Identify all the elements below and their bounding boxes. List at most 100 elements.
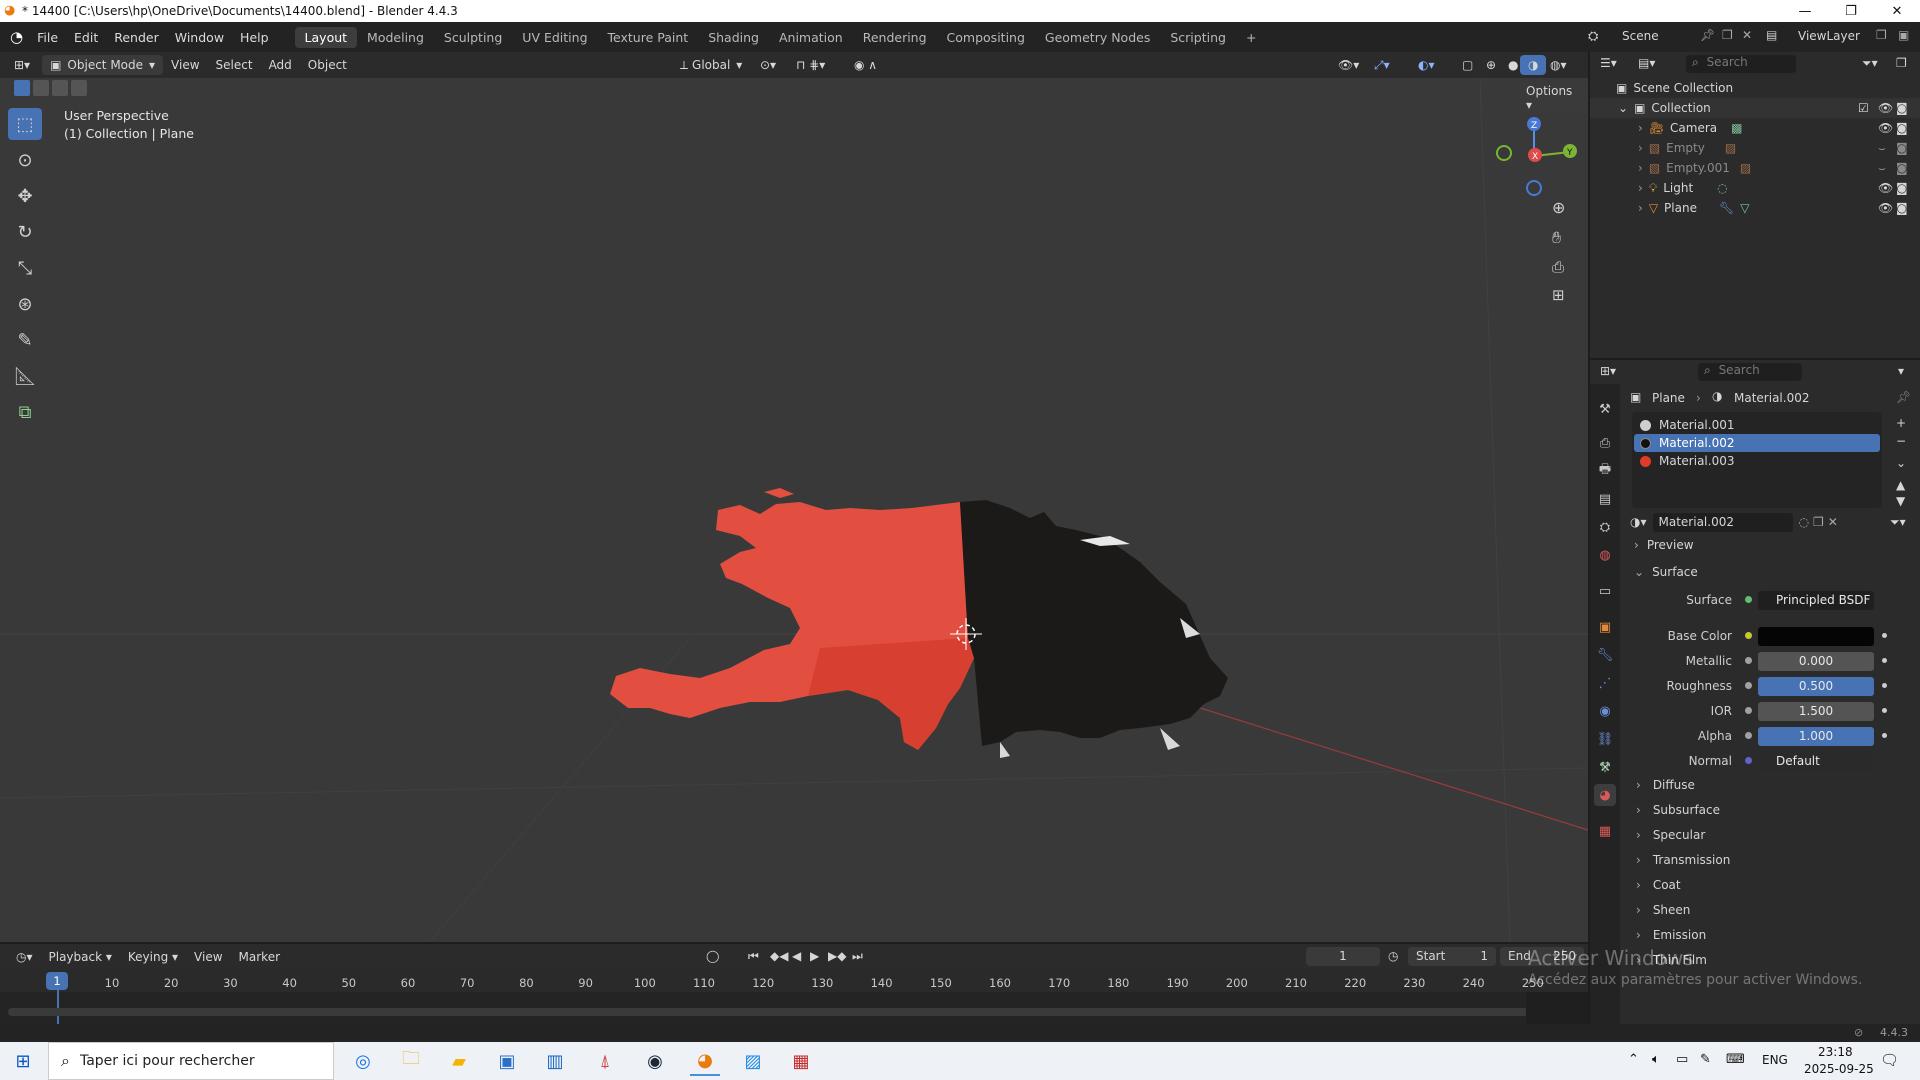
modifier-wrench-icon[interactable]: 🔧︎ <box>1719 201 1734 215</box>
alpha-field[interactable]: 1.000 <box>1758 726 1874 746</box>
tab-collection-icon[interactable]: ▭ <box>1594 580 1616 602</box>
move-up-icon[interactable]: ▲ <box>1896 478 1905 492</box>
outliner-item-camera[interactable]: › 🎥︎ Camera ▩ 👁︎ ◙ <box>1590 118 1920 138</box>
playhead-frame-indicator[interactable]: 1 <box>46 972 68 990</box>
menu-select[interactable]: Select <box>208 55 261 75</box>
jump-start-icon[interactable]: ⏮ <box>748 949 759 964</box>
hidden-eye-icon[interactable]: ⌣ <box>1878 141 1886 156</box>
remove-view-layer-icon[interactable]: ▣ <box>1898 28 1909 42</box>
menu-window[interactable]: Window <box>167 30 232 45</box>
add-slot-icon[interactable]: + <box>1896 416 1906 430</box>
tray-overflow-icon[interactable]: ⌃ <box>1628 1052 1639 1067</box>
render-camera-icon[interactable]: ◙ <box>1896 161 1908 175</box>
steam-icon[interactable]: ◉ <box>640 1046 670 1076</box>
clock-time[interactable]: 23:18 <box>1818 1045 1853 1059</box>
menu-timeline-view[interactable]: View <box>186 947 230 967</box>
camera-view-icon[interactable]: ⎙ <box>1552 258 1564 276</box>
annotate-tool-icon[interactable]: ✎ <box>8 324 42 356</box>
tab-scene-icon[interactable]: ⛭ <box>1594 516 1616 538</box>
keyframe-dot-icon[interactable] <box>1882 633 1887 638</box>
select-intersect-icon[interactable] <box>71 80 87 96</box>
surface-panel-header[interactable]: ⌄ Surface <box>1634 565 1698 579</box>
tab-texture-paint[interactable]: Texture Paint <box>598 27 699 48</box>
outliner-item-light[interactable]: › 💡︎ Light ◌ 👁︎ ◙ <box>1590 178 1920 198</box>
menu-playback[interactable]: Playback ▾ <box>41 947 120 967</box>
rotate-tool-icon[interactable]: ↻ <box>8 216 42 248</box>
measure-tool-icon[interactable]: 📐︎ <box>8 360 42 392</box>
tab-particles-icon[interactable]: ⋰ <box>1594 672 1616 694</box>
tab-animation[interactable]: Animation <box>769 27 853 48</box>
photos-app-icon[interactable]: ▨ <box>738 1046 768 1076</box>
scale-tool-icon[interactable]: ⤡ <box>8 252 42 284</box>
browse-material-icon[interactable]: ◑▾ <box>1630 515 1647 529</box>
render-camera-icon[interactable]: ◙ <box>1896 201 1908 215</box>
keyframe-dot-icon[interactable] <box>1882 733 1887 738</box>
scene-icon[interactable]: ⛭ <box>1588 29 1598 44</box>
timeline-editor-icon[interactable]: ◷▾ <box>8 947 41 967</box>
subpanel-subsurface[interactable]: › Subsurface <box>1636 803 1720 817</box>
collection-checkbox-icon[interactable]: ☑ <box>1858 101 1869 115</box>
tab-modeling[interactable]: Modeling <box>357 27 434 48</box>
pan-hand-icon[interactable]: ✋︎ <box>1552 228 1561 248</box>
collection-row[interactable]: ⌄ ▣ Collection ☑ 👁︎ ◙ <box>1590 98 1920 118</box>
gizmo-icon[interactable]: ⤢▾ <box>1366 55 1398 75</box>
render-camera-icon[interactable]: ◙ <box>1896 181 1908 195</box>
base-color-swatch[interactable] <box>1758 626 1874 646</box>
tab-sculpting[interactable]: Sculpting <box>434 27 512 48</box>
menu-render[interactable]: Render <box>106 30 167 45</box>
start-windows-icon[interactable]: ⊞ <box>8 1046 38 1076</box>
subpanel-transmission[interactable]: › Transmission <box>1636 853 1730 867</box>
roughness-field[interactable]: 0.500 <box>1758 676 1874 696</box>
jump-end-icon[interactable]: ⏭ <box>852 949 863 964</box>
tab-render-icon[interactable]: ⎙ <box>1594 432 1616 454</box>
metallic-field[interactable]: 0.000 <box>1758 651 1874 671</box>
taskbar-search-box[interactable]: ⌕ Taper ici pour rechercher <box>48 1042 334 1080</box>
subpanel-specular[interactable]: › Specular <box>1636 828 1705 842</box>
editor-type-icon[interactable]: ⊞▾ <box>6 55 38 75</box>
minimize-button[interactable]: — <box>1782 0 1828 22</box>
add-workspace-icon[interactable]: + <box>1236 27 1266 48</box>
preview-range-icon[interactable]: ◷ <box>1388 949 1398 963</box>
subpanel-diffuse[interactable]: › Diffuse <box>1636 778 1695 792</box>
tab-object-icon[interactable]: ▣ <box>1594 616 1616 638</box>
delete-scene-icon[interactable]: ✕ <box>1742 28 1752 42</box>
clock-date[interactable]: 2025-09-25 <box>1804 1062 1874 1076</box>
add-cube-tool-icon[interactable]: ⧉ <box>8 396 42 428</box>
normal-field[interactable]: Default <box>1758 751 1874 771</box>
tab-layout[interactable]: Layout <box>294 26 358 48</box>
keyframe-dot-icon[interactable] <box>1882 708 1887 713</box>
blender-taskbar-icon[interactable]: ◕ <box>690 1046 720 1076</box>
tab-tool-settings-icon[interactable]: ⚒ <box>1594 398 1616 420</box>
visibility-eye-icon[interactable]: 👁︎ <box>1878 121 1893 135</box>
subpanel-sheen[interactable]: › Sheen <box>1636 903 1690 917</box>
tab-rendering[interactable]: Rendering <box>853 27 937 48</box>
pin-icon[interactable]: 📌︎ <box>1700 28 1715 42</box>
material-slot-001[interactable]: Material.001 <box>1634 416 1880 434</box>
view-layer-icon[interactable]: ▤ <box>1766 28 1777 42</box>
tab-texture-icon[interactable]: ▦ <box>1594 820 1616 842</box>
scene-collection-row[interactable]: ▣ Scene Collection <box>1590 78 1920 98</box>
prev-keyframe-icon[interactable]: ◆◀ <box>770 949 788 963</box>
new-view-layer-icon[interactable]: ❐ <box>1876 28 1887 42</box>
store-app-icon[interactable]: ▣ <box>492 1046 522 1076</box>
close-button[interactable]: ✕ <box>1874 0 1920 22</box>
menu-file[interactable]: File <box>29 30 66 45</box>
subpanel-emission[interactable]: › Emission <box>1636 928 1706 942</box>
mesh-data-icon[interactable]: ▽ <box>1740 201 1749 215</box>
network-icon[interactable]: ▭ <box>1676 1052 1688 1067</box>
pen-icon[interactable]: ✎ <box>1700 1052 1711 1067</box>
menu-keying[interactable]: Keying ▾ <box>120 947 186 967</box>
current-frame-field[interactable]: 1 <box>1306 947 1380 966</box>
select-new-icon[interactable] <box>14 80 30 96</box>
menu-marker[interactable]: Marker <box>231 947 288 967</box>
fake-user-icon[interactable]: ◌ <box>1799 515 1809 529</box>
slot-specials-icon[interactable]: ⌄ <box>1896 456 1906 470</box>
transform-tool-icon[interactable]: ⊛ <box>8 288 42 320</box>
timeline-area[interactable]: 10 20 30 40 50 60 70 80 90 100 110 120 130 140 150 160 1… <box>0 970 1588 1024</box>
visibility-eye-icon[interactable]: 👁︎ <box>1878 181 1893 195</box>
node-tree-filter-icon[interactable]: ⏷▾ <box>1890 515 1906 530</box>
auto-keying-icon[interactable]: ◯ <box>706 949 719 963</box>
keyboard-icon[interactable]: ⌨ <box>1726 1052 1745 1067</box>
hidden-eye-icon[interactable]: ⌣ <box>1878 161 1886 176</box>
menu-edit[interactable]: Edit <box>66 30 106 45</box>
